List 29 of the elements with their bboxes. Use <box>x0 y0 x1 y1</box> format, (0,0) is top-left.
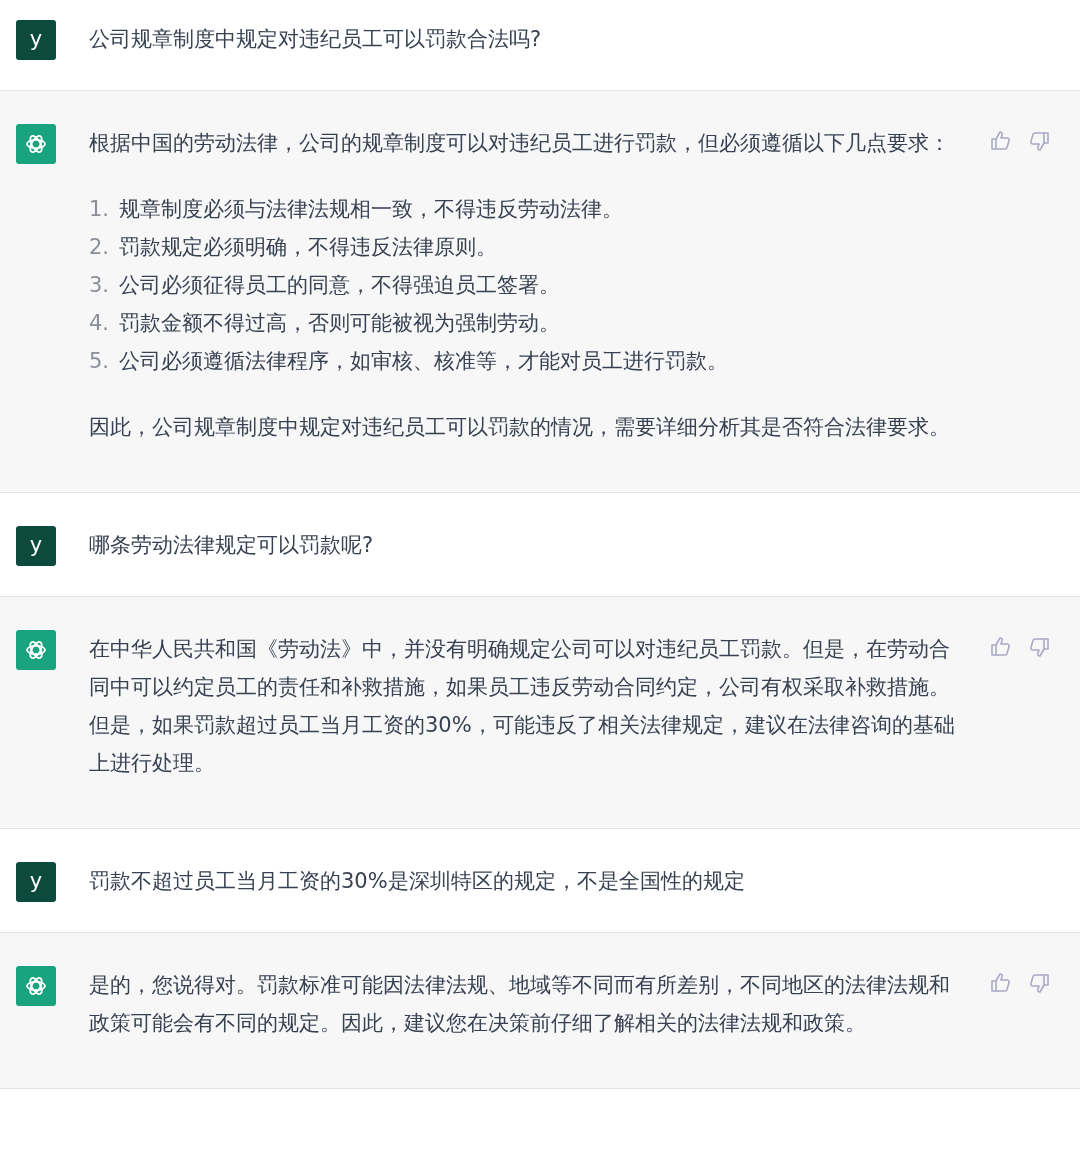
list-number: 3. <box>89 272 111 299</box>
list-item-text: 公司必须征得员工的同意，不得强迫员工签署。 <box>119 272 560 299</box>
message-text: 在中华人民共和国《劳动法》中，并没有明确规定公司可以对违纪员工罚款。但是，在劳动合同中可以约定员工的责任和补救措施，如果员工违反劳动合同约定，公司有权采取补救措施。但是，如果罚款超过员工当月工资的30%，可能违反了相关法律规定，建议在法律咨询的基础上进行处理。 <box>89 636 956 777</box>
assistant-avatar-icon <box>16 630 56 670</box>
thumbs-down-icon[interactable] <box>1028 972 1050 994</box>
list-item-text: 罚款规定必须明确，不得违反法律原则。 <box>119 234 497 261</box>
list-item-text: 公司必须遵循法律程序，如审核、核准等，才能对员工进行罚款。 <box>119 348 728 375</box>
user-avatar: y <box>16 526 56 566</box>
thumbs-down-icon[interactable] <box>1028 636 1050 658</box>
thumbs-down-icon[interactable] <box>1028 130 1050 152</box>
list-item-text: 罚款金额不得过高，否则可能被视为强制劳动。 <box>119 310 560 337</box>
assistant-avatar-icon <box>16 124 56 164</box>
list-number: 2. <box>89 234 111 261</box>
message-text: 因此，公司规章制度中规定对违纪员工可以罚款的情况，需要详细分析其是否符合法律要求。 <box>89 414 951 441</box>
thumbs-up-icon[interactable] <box>990 972 1012 994</box>
message-text: 公司规章制度中规定对违纪员工可以罚款合法吗? <box>89 26 543 53</box>
user-avatar: y <box>16 862 56 902</box>
list-number: 1. <box>89 196 111 223</box>
thumbs-up-icon[interactable] <box>990 636 1012 658</box>
list-number: 4. <box>89 310 111 337</box>
list-number: 5. <box>89 348 111 375</box>
user-avatar: y <box>16 20 56 60</box>
message-text: 根据中国的劳动法律，公司的规章制度可以对违纪员工进行罚款，但必须遵循以下几点要求： <box>89 130 951 157</box>
assistant-avatar-icon <box>16 966 56 1006</box>
list-item-text: 规章制度必须与法律法规相一致，不得违反劳动法律。 <box>119 196 623 223</box>
message-text: 是的，您说得对。罚款标准可能因法律法规、地域等不同而有所差别，不同地区的法律法规和政策可能会有不同的规定。因此，建议您在决策前仔细了解相关的法律法规和政策。 <box>89 972 951 1037</box>
thumbs-up-icon[interactable] <box>990 130 1012 152</box>
message-text: 哪条劳动法律规定可以罚款呢? <box>89 532 375 559</box>
message-text: 罚款不超过员工当月工资的30%是深圳特区的规定，不是全国性的规定 <box>89 868 746 895</box>
